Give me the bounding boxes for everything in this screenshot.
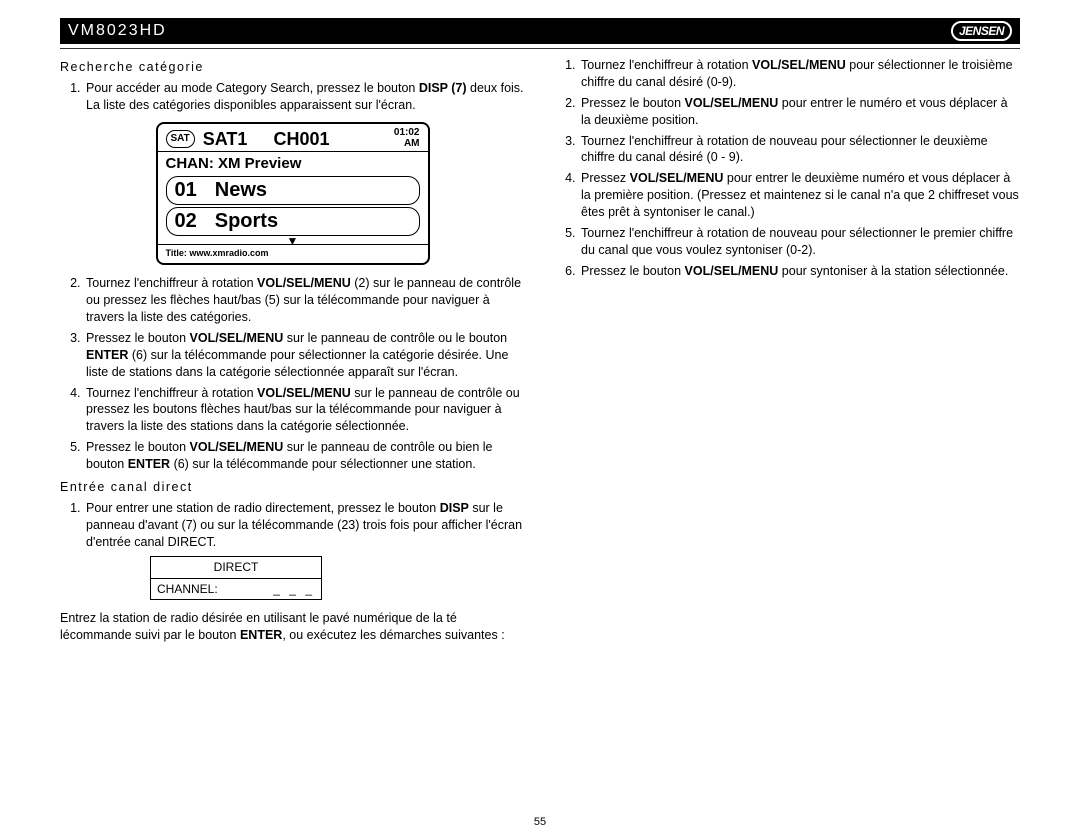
left-column: Recherche catégorie Pour accéder au mode… xyxy=(60,55,525,650)
step-2: Tournez l'enchiffreur à rotation VOL/SEL… xyxy=(84,275,525,326)
direct-entry-steps: Pour entrer une station de radio directe… xyxy=(60,500,525,551)
header-bar: VM8023HD JENSEN xyxy=(60,18,1020,44)
content-columns: Recherche catégorie Pour accéder au mode… xyxy=(60,55,1020,650)
r-step-6: Pressez le bouton VOL/SEL/MENU pour synt… xyxy=(579,263,1020,280)
step-5: Pressez le bouton VOL/SEL/MENU sur le pa… xyxy=(84,439,525,473)
r-step-1: Tournez l'enchiffreur à rotation VOL/SEL… xyxy=(579,57,1020,91)
model-number: VM8023HD xyxy=(68,22,167,40)
sat-row-2: 02 Sports xyxy=(166,207,420,236)
r-step-3: Tournez l'enchiffreur à rotation de nouv… xyxy=(579,133,1020,167)
direct-channel-box: DIRECT CHANNEL: _ _ _ xyxy=(150,556,322,599)
category-search-steps-b: Tournez l'enchiffreur à rotation VOL/SEL… xyxy=(60,275,525,473)
sat-chan-line: CHAN: XM Preview xyxy=(158,152,428,174)
brand-logo: JENSEN xyxy=(951,21,1012,41)
right-steps: Tournez l'enchiffreur à rotation VOL/SEL… xyxy=(555,57,1020,280)
direct-step-1: Pour entrer une station de radio directe… xyxy=(84,500,525,551)
step-3: Pressez le bouton VOL/SEL/MENU sur le pa… xyxy=(84,330,525,381)
r-step-5: Tournez l'enchiffreur à rotation de nouv… xyxy=(579,225,1020,259)
direct-channel-value: _ _ _ xyxy=(273,581,315,597)
sat-row-1: 01 News xyxy=(166,176,420,205)
right-column: Tournez l'enchiffreur à rotation VOL/SEL… xyxy=(555,55,1020,650)
section-title-recherche: Recherche catégorie xyxy=(60,59,525,76)
sat-band: SAT1 xyxy=(203,127,248,151)
r-step-4: Pressez VOL/SEL/MENU pour entrer le deux… xyxy=(579,170,1020,221)
category-search-steps-a: Pour accéder au mode Category Search, pr… xyxy=(60,80,525,114)
sat-channel: CH001 xyxy=(273,127,329,151)
header-separator xyxy=(60,48,1020,49)
sat-top-row: SAT SAT1 CH001 01:02 AM xyxy=(158,124,428,152)
page: VM8023HD JENSEN Recherche catégorie Pour… xyxy=(0,0,1080,834)
r-step-2: Pressez le bouton VOL/SEL/MENU pour entr… xyxy=(579,95,1020,129)
sat-badge: SAT xyxy=(166,130,195,148)
direct-channel-label: CHANNEL: xyxy=(157,581,218,597)
direct-box-title: DIRECT xyxy=(151,557,321,578)
direct-outro: Entrez la station de radio désirée en ut… xyxy=(60,610,525,644)
sat-display: SAT SAT1 CH001 01:02 AM CHAN: XM Preview… xyxy=(156,122,430,266)
step-1: Pour accéder au mode Category Search, pr… xyxy=(84,80,525,114)
step-4: Tournez l'enchiffreur à rotation VOL/SEL… xyxy=(84,385,525,436)
page-number: 55 xyxy=(534,816,546,828)
sat-time: 01:02 AM xyxy=(394,128,420,149)
direct-box-body: CHANNEL: _ _ _ xyxy=(151,579,321,599)
section-title-direct: Entrée canal direct xyxy=(60,479,525,496)
